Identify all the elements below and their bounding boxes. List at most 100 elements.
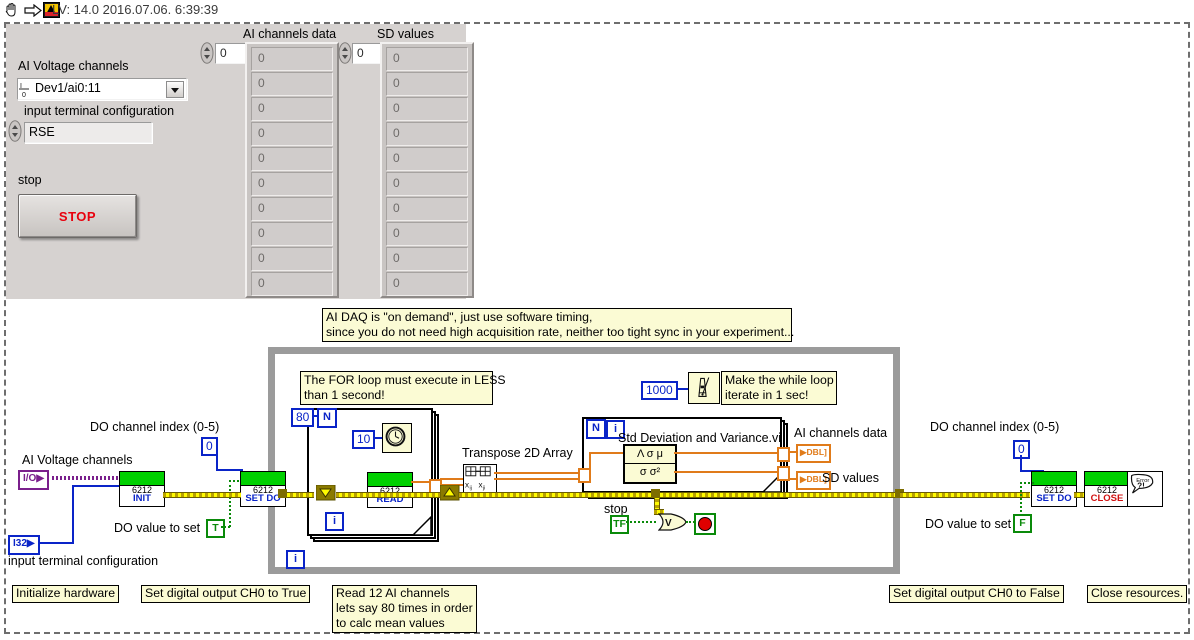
array1-cell-value: 0 <box>258 251 265 265</box>
array2-cell: 0 <box>386 47 468 71</box>
stop-sign-icon[interactable] <box>694 513 716 535</box>
array2-cell-value: 0 <box>393 101 400 115</box>
array1-cell-value: 0 <box>258 101 265 115</box>
hand-cursor-icon[interactable] <box>4 2 20 18</box>
while-wait-constant[interactable]: 1000 <box>641 381 678 400</box>
array2-cell: 0 <box>386 97 468 121</box>
array2-cell-value: 0 <box>393 201 400 215</box>
comment-daq-note: AI DAQ is "on demand", just use software… <box>322 308 794 342</box>
sd-loop-n-terminal[interactable]: N <box>586 419 606 439</box>
daq-read-vi[interactable]: 6212 READ <box>367 472 413 508</box>
daq-init-vi-fn: INIT <box>133 493 151 504</box>
daq-close-vi-fn: CLOSE <box>1090 493 1124 504</box>
itc-value: RSE <box>29 125 55 139</box>
ai-channels-label: AI Voltage channels <box>18 59 129 73</box>
for-loop-n-terminal[interactable]: N <box>317 408 337 428</box>
left-do-value-terminal[interactable]: T <box>206 519 225 538</box>
wire-right-dovalue-v <box>1020 482 1022 516</box>
daq-setdo-right-fn: SET DO <box>1036 493 1072 504</box>
for-loop-error-tunnel-out <box>440 485 460 501</box>
for-loop-error-tunnel-in <box>316 485 336 501</box>
stop-button[interactable]: STOP <box>18 194 137 238</box>
metronome-icon[interactable] <box>688 372 720 404</box>
array2-cell-value: 0 <box>393 276 400 290</box>
wire-dovalue-v <box>229 480 231 527</box>
i32-terminal-text: I32 <box>13 538 27 549</box>
ai-channels-data-indicator[interactable]: ▶DBL] <box>796 444 831 463</box>
itc-increment-decrement-icon[interactable] <box>8 120 22 142</box>
error-wire-to-right-setdo <box>900 492 1030 498</box>
array-title-ai-channels-data: AI channels data <box>243 27 337 41</box>
array2-cell: 0 <box>386 247 468 271</box>
array1-body[interactable]: 0 0 0 0 0 0 0 0 0 0 <box>245 42 339 298</box>
bottom-label-read: Read 12 AI channels lets say 80 times in… <box>332 585 477 633</box>
array1-cell: 0 <box>251 172 333 196</box>
window-title: LV: 14.0 2016.07.06. 6:39:39 <box>52 2 219 17</box>
array1-cell: 0 <box>251 247 333 271</box>
left-do-value-label: DO value to set <box>114 521 201 535</box>
array2-index-spinner-icon[interactable] <box>338 42 352 64</box>
right-do-value-terminal[interactable]: F <box>1013 514 1032 533</box>
chevron-down-icon[interactable] <box>166 81 184 98</box>
daq-init-vi[interactable]: 6212 INIT <box>119 471 165 507</box>
error-wire-init-to-setdo <box>163 492 241 498</box>
itc-i32-terminal[interactable]: I32▶ <box>8 535 40 555</box>
for-loop-corner-icon <box>412 516 432 536</box>
itc-label: input terminal configuration <box>24 104 175 118</box>
wire-i32-v <box>72 485 74 543</box>
svg-text:?!: ?! <box>1137 481 1145 490</box>
array2-cell-value: 0 <box>393 126 400 140</box>
wire-sd-in-v <box>589 452 591 472</box>
stddev-vi-title: Std Deviation and Variance.vi <box>618 431 782 445</box>
for-count-constant[interactable]: 80 <box>291 408 315 427</box>
wire-sd-tunnel-join <box>589 470 591 472</box>
dbl1-type: DBL <box>806 447 825 457</box>
ai-channels-combo[interactable]: I 0 Dev1/ai0:11 <box>17 78 187 100</box>
daq-close-vi[interactable]: 6212 CLOSE <box>1084 471 1130 507</box>
wire-i32-to-init <box>72 485 120 487</box>
bottom-label-set-false: Set digital output CH0 to False <box>889 585 1064 603</box>
svg-text:x: x <box>465 481 469 490</box>
wire-sd-mean-out <box>674 452 778 454</box>
array1-index-value: 0 <box>220 46 227 60</box>
daq-setdo-right-vi[interactable]: 6212 SET DO <box>1031 471 1077 507</box>
daq-read-vi-header <box>368 473 412 487</box>
array2-body[interactable]: 0 0 0 0 0 0 0 0 0 0 <box>380 42 474 298</box>
ai-channels-io-terminal[interactable]: I/O▶ <box>18 470 50 490</box>
daq-init-vi-header <box>120 472 164 486</box>
array1-cell-value: 0 <box>258 226 265 240</box>
array2-cell: 0 <box>386 147 468 171</box>
array1-index[interactable]: 0 <box>215 43 247 64</box>
wire-i32-h <box>40 542 74 544</box>
wait-ms-clock-icon[interactable] <box>382 423 412 453</box>
io-ring-glyph-icon: I 0 <box>19 83 29 98</box>
array2-cell: 0 <box>386 222 468 246</box>
array1-index-spinner-icon[interactable] <box>200 42 214 64</box>
svg-text:V: V <box>665 518 672 529</box>
array1-cell: 0 <box>251 72 333 96</box>
svg-text:0: 0 <box>22 92 26 98</box>
array2-cell: 0 <box>386 72 468 96</box>
simple-error-handler-icon[interactable]: Error ?! <box>1127 471 1163 507</box>
while-loop-i-terminal[interactable]: i <box>286 550 305 569</box>
wire-sd-in-h <box>589 452 624 454</box>
stddev-row2: σ σ² <box>624 463 676 483</box>
itc-control[interactable]: RSE <box>24 122 152 143</box>
array1-cell-value: 0 <box>258 76 265 90</box>
while-stop-terminal[interactable]: TF <box>610 515 629 534</box>
bottom-label-set-true: Set digital output CH0 to True <box>141 585 311 603</box>
for-loop-i-terminal[interactable]: i <box>325 512 344 531</box>
bottom-label-init: Initialize hardware <box>12 585 120 603</box>
array1-cell: 0 <box>251 147 333 171</box>
array2-cell-value: 0 <box>393 76 400 90</box>
array2-cell-value: 0 <box>393 226 400 240</box>
for-wait-constant[interactable]: 10 <box>352 430 376 449</box>
run-arrow-icon[interactable] <box>24 4 42 17</box>
comment-for-loop-note: The FOR loop must execute in LESS than 1… <box>300 371 506 405</box>
io-terminal-text: I/O <box>23 473 37 484</box>
wire-io-to-init <box>52 476 120 480</box>
svg-text:x: x <box>479 481 483 490</box>
array1-cell-value: 0 <box>258 51 265 65</box>
or-gate-icon[interactable]: V <box>658 513 688 531</box>
left-ai-channels-label: AI Voltage channels <box>22 453 133 467</box>
